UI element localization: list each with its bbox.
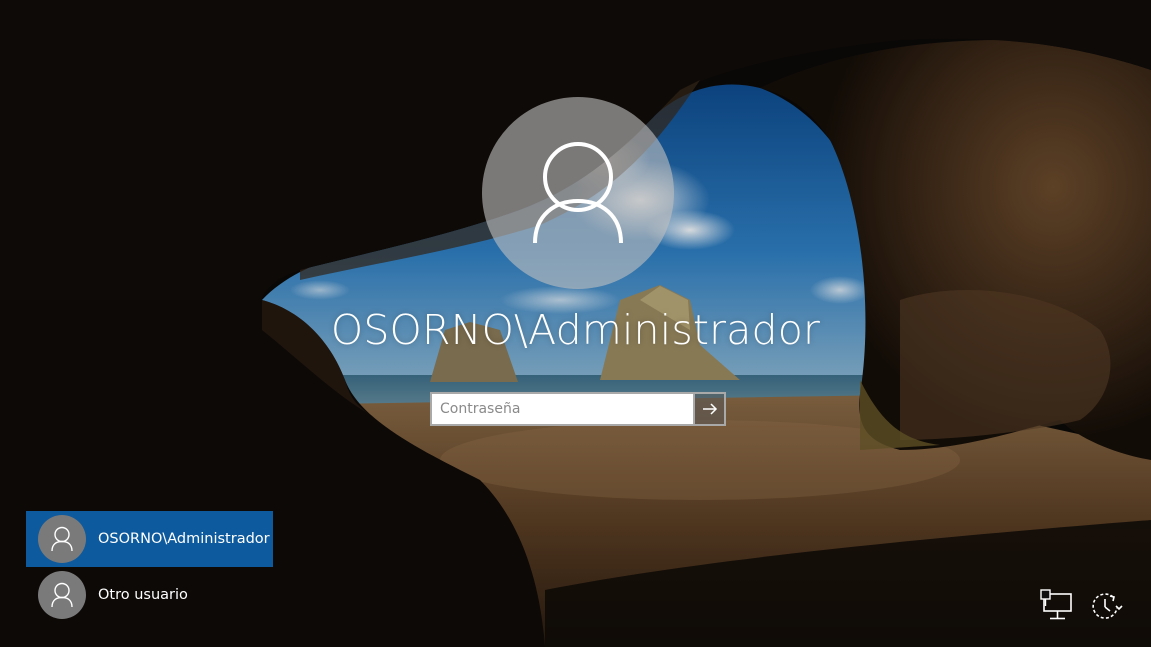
network-button[interactable] xyxy=(1039,588,1075,624)
username-title: OSORNO\Administrador xyxy=(330,306,821,354)
ease-of-access-icon xyxy=(1092,593,1123,619)
user-icon xyxy=(51,582,73,608)
user-icon xyxy=(51,526,73,552)
user-list-item-administrador[interactable]: OSORNO\Administrador xyxy=(26,511,273,567)
user-avatar-small xyxy=(38,571,86,619)
user-list-item-otro-usuario[interactable]: Otro usuario xyxy=(26,567,273,623)
user-icon xyxy=(533,142,623,244)
user-list-item-label: Otro usuario xyxy=(98,587,188,603)
network-icon xyxy=(1040,589,1072,620)
user-avatar-large xyxy=(482,97,674,289)
ease-of-access-button[interactable] xyxy=(1087,588,1123,624)
user-list-item-label: OSORNO\Administrador xyxy=(98,531,270,547)
password-input[interactable] xyxy=(430,392,693,426)
lock-screen: OSORNO\Administrador OSORNO\Administrado… xyxy=(0,0,1151,647)
user-avatar-small xyxy=(38,515,86,563)
submit-button[interactable] xyxy=(693,392,726,426)
password-box xyxy=(430,392,726,426)
arrow-right-icon xyxy=(703,403,718,415)
